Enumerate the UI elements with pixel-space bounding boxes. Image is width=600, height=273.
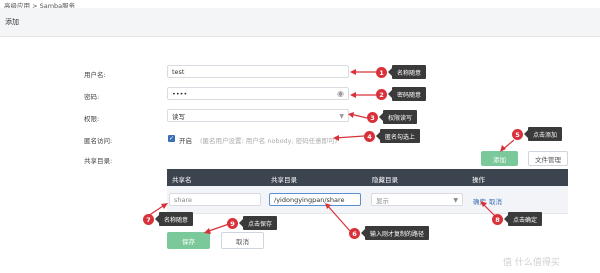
annotation-callout-6: 输入刚才复制的路径	[360, 226, 430, 240]
annotation-badge-5: 5	[512, 129, 523, 140]
watermark: 值 什么值得买	[503, 258, 560, 268]
annotation-badge-9: 9	[227, 218, 238, 229]
annotation-callout-3: 权限读写	[378, 110, 418, 124]
annotation-callout-7: 名称随意	[154, 212, 194, 226]
annotation-badge-4: 4	[364, 131, 375, 142]
annotation-callout-2: 密码随意	[387, 87, 427, 101]
annotation-badge-6: 6	[349, 228, 360, 239]
annotation-callout-5: 点击添加	[523, 127, 563, 141]
annotation-callout-4: 匿名勾选上	[375, 129, 421, 143]
annotation-badge-8: 8	[492, 214, 503, 225]
annotation-badge-1: 1	[376, 67, 387, 78]
annotation-arrows	[147, 69, 515, 234]
annotation-badge-2: 2	[376, 89, 387, 100]
annotation-badge-7: 7	[143, 214, 154, 225]
annotation-callout-8: 点击确定	[503, 212, 543, 226]
annotation-callout-9: 点击保存	[238, 216, 278, 230]
annotation-badge-3: 3	[367, 112, 378, 123]
annotation-callout-1: 名称随意	[387, 65, 427, 79]
